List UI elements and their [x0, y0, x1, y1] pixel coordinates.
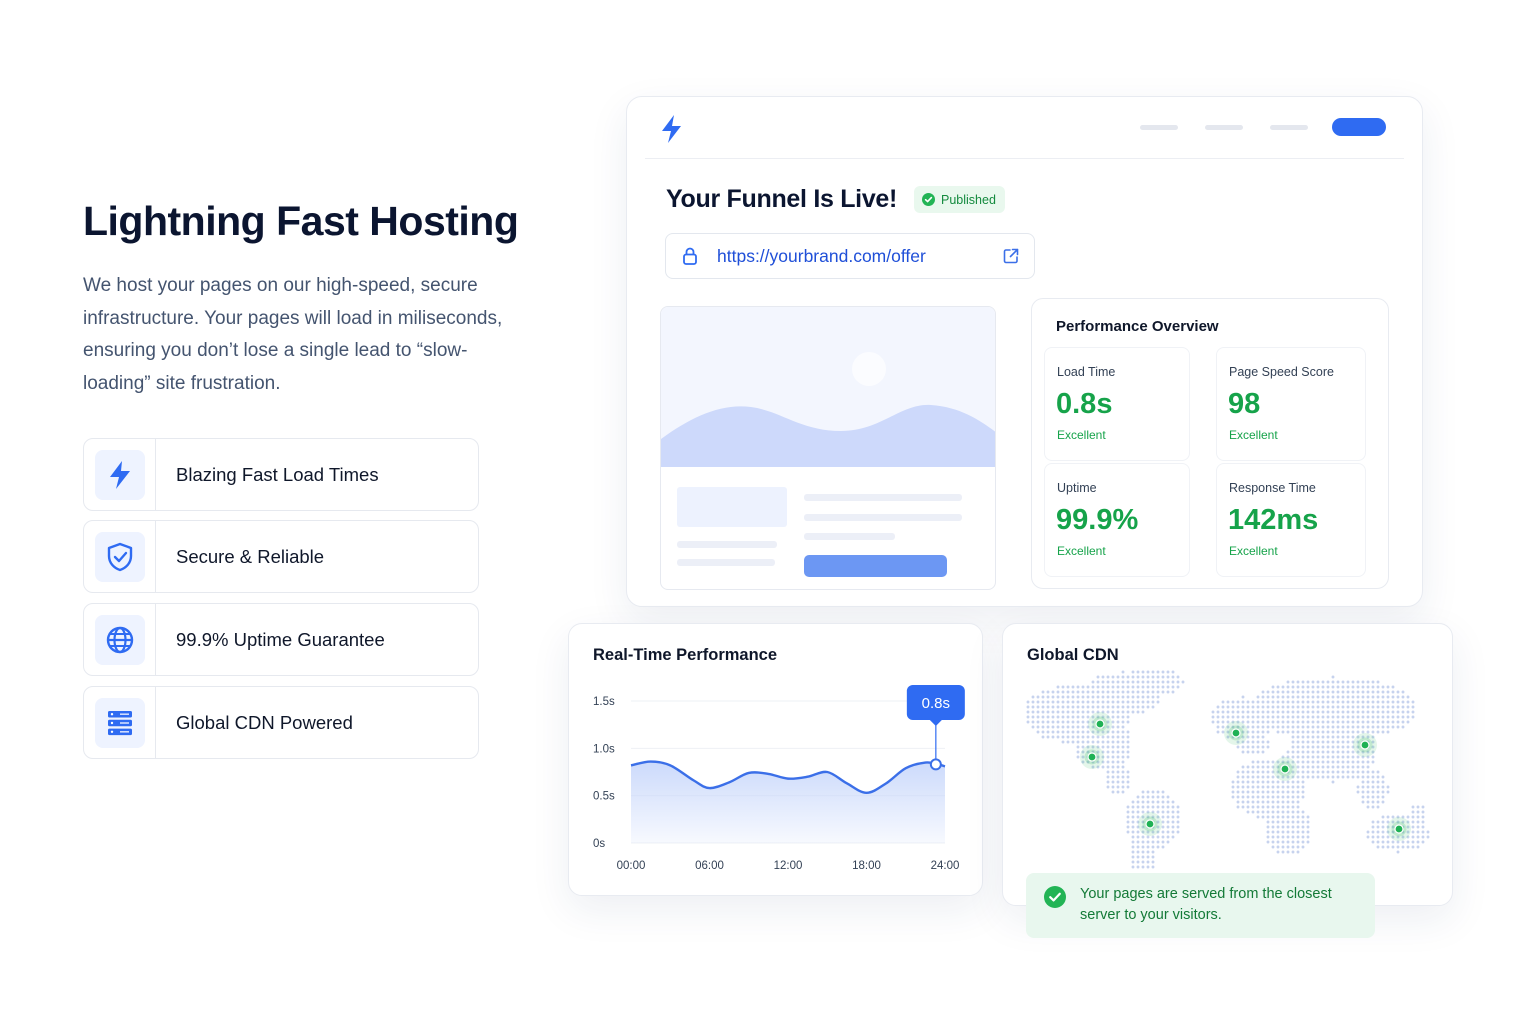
- nav-placeholder[interactable]: [1140, 125, 1178, 130]
- funnel-url-link[interactable]: https://yourbrand.com/offer: [717, 246, 926, 267]
- feature-secure: Secure & Reliable: [83, 520, 479, 593]
- performance-title: Performance Overview: [1056, 318, 1219, 335]
- lightning-bolt-icon: [658, 114, 684, 149]
- cta-button-placeholder[interactable]: [804, 555, 947, 577]
- page-preview-thumbnail: [660, 306, 996, 590]
- realtime-performance-card: Real-Time Performance 0s 0.5s 1.0s 1.5s 00:0…: [568, 623, 983, 896]
- y-tick-label: 0.5s: [593, 791, 615, 803]
- shield-check-icon: [94, 531, 145, 582]
- metric-value: 0.8s: [1056, 388, 1113, 420]
- metric-rating: Excellent: [1229, 544, 1278, 558]
- x-tick-label: 00:00: [617, 860, 646, 872]
- cdn-note-text: Your pages are served from the closest s…: [1080, 886, 1332, 923]
- image-placeholder: [661, 307, 995, 467]
- feature-label: Secure & Reliable: [176, 545, 325, 567]
- metric-response-time: Response Time 142ms Excellent: [1216, 463, 1366, 577]
- feature-label: Blazing Fast Load Times: [176, 463, 379, 485]
- server-stack-icon: [94, 697, 145, 748]
- metric-rating: Excellent: [1057, 544, 1106, 558]
- y-tick-label: 0s: [593, 838, 605, 850]
- x-tick-label: 24:00: [931, 860, 960, 872]
- tooltip-label: 0.8s: [922, 695, 950, 712]
- external-link-icon[interactable]: [1002, 247, 1020, 270]
- funnel-preview-window: Your Funnel Is Live! Published https://y…: [626, 96, 1423, 607]
- metric-value: 98: [1228, 388, 1261, 420]
- lightning-bolt-icon: [94, 449, 145, 500]
- x-tick-label: 06:00: [695, 860, 724, 872]
- metric-load-time: Load Time 0.8s Excellent: [1044, 347, 1190, 461]
- status-badge: Published: [914, 186, 1005, 213]
- x-tick-label: 12:00: [774, 860, 803, 872]
- global-cdn-card: Global CDN: [1002, 623, 1453, 906]
- feature-fast-load: Blazing Fast Load Times: [83, 438, 479, 511]
- cdn-info-banner: Your pages are served from the closest s…: [1026, 873, 1375, 938]
- metric-page-speed: Page Speed Score 98 Excellent: [1216, 347, 1366, 461]
- check-circle-icon: [922, 193, 935, 206]
- feature-label: 99.9% Uptime Guarantee: [176, 628, 385, 650]
- metric-label: Uptime: [1057, 481, 1097, 495]
- check-circle-icon: [1044, 886, 1066, 913]
- feature-uptime: 99.9% Uptime Guarantee: [83, 603, 479, 676]
- metric-label: Response Time: [1229, 481, 1316, 495]
- lock-icon: [681, 246, 699, 271]
- metric-value: 99.9%: [1056, 504, 1139, 536]
- status-badge-label: Published: [941, 192, 996, 207]
- globe-icon: [94, 614, 145, 665]
- metric-value: 142ms: [1228, 504, 1319, 536]
- tooltip-pointer: [929, 720, 942, 726]
- world-map: [1026, 670, 1430, 869]
- feature-cdn: Global CDN Powered: [83, 686, 479, 759]
- preview-topbar: [645, 97, 1404, 159]
- y-tick-label: 1.5s: [593, 696, 615, 708]
- metric-label: Page Speed Score: [1229, 365, 1334, 379]
- nav-placeholder[interactable]: [1270, 125, 1308, 130]
- highlight-point: [929, 758, 942, 771]
- realtime-chart: 0s 0.5s 1.0s 1.5s 00:00 06:00 12:00 18:00 24:00 0…: [593, 685, 965, 872]
- performance-overview-card: Performance Overview Load Time 0.8s Exce…: [1031, 298, 1389, 589]
- metric-label: Load Time: [1057, 365, 1116, 379]
- funnel-url-field[interactable]: https://yourbrand.com/offer: [665, 233, 1035, 279]
- metric-rating: Excellent: [1057, 428, 1106, 442]
- metric-uptime: Uptime 99.9% Excellent: [1044, 463, 1190, 577]
- feature-label: Global CDN Powered: [176, 711, 353, 733]
- hero-description: We host your pages on our high-speed, se…: [83, 275, 503, 394]
- nav-cta-button[interactable]: [1332, 118, 1386, 136]
- metric-rating: Excellent: [1229, 428, 1278, 442]
- image-placeholder: [677, 487, 787, 527]
- y-tick-label: 1.0s: [593, 743, 615, 755]
- funnel-title: Your Funnel Is Live!: [666, 185, 898, 213]
- x-tick-label: 18:00: [852, 860, 881, 872]
- nav-placeholder[interactable]: [1205, 125, 1243, 130]
- hero-title: Lightning Fast Hosting: [83, 198, 519, 244]
